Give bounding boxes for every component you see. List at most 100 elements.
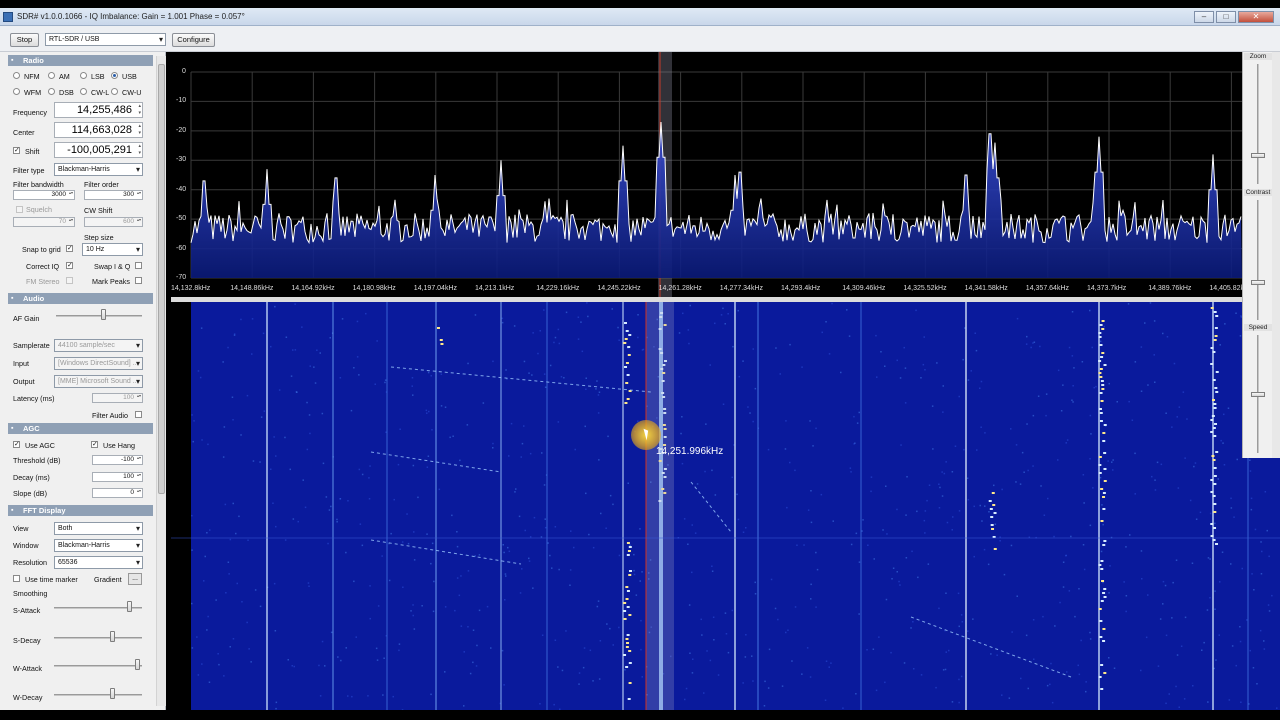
noise-speckle <box>313 366 315 368</box>
center-input[interactable]: 114,663,028 <box>54 122 143 138</box>
noise-speckle <box>1209 597 1211 599</box>
w-attack-slider[interactable] <box>135 659 141 670</box>
filter-type-select[interactable]: Blackman-Harris <box>54 163 143 176</box>
mode-nfm-radio[interactable] <box>13 72 20 79</box>
mode-cwl-radio[interactable] <box>80 88 87 95</box>
noise-speckle <box>467 626 469 628</box>
noise-speckle <box>1260 573 1263 575</box>
configure-button[interactable]: Configure <box>172 33 215 47</box>
noise-speckle <box>296 391 298 393</box>
noise-speckle <box>1123 581 1125 583</box>
noise-speckle <box>444 406 447 408</box>
resolution-select[interactable]: 65536 <box>54 556 143 569</box>
filter-audio-checkbox[interactable] <box>135 411 142 418</box>
decay-input[interactable]: 100 <box>92 472 143 482</box>
agc-section-header[interactable]: AGC <box>8 423 153 434</box>
filter-order-input[interactable]: 300 <box>84 190 143 200</box>
time-marker-checkbox[interactable] <box>13 575 20 582</box>
latency-input[interactable]: 100 <box>92 393 143 403</box>
signal-burst <box>1212 427 1216 429</box>
swap-iq-checkbox[interactable] <box>135 262 142 269</box>
mode-am-radio[interactable] <box>48 72 55 79</box>
noise-speckle <box>1095 385 1097 388</box>
gradient-button[interactable]: ... <box>128 573 142 585</box>
noise-speckle <box>637 314 639 316</box>
fm-stereo-checkbox[interactable] <box>66 277 73 284</box>
noise-speckle <box>786 506 788 509</box>
filter-bandwidth-input[interactable]: 3000 <box>13 190 75 200</box>
use-hang-checkbox[interactable]: ✓ <box>91 441 98 448</box>
noise-speckle <box>794 606 797 608</box>
noise-speckle <box>492 442 494 445</box>
left-panel-scrollbar[interactable] <box>156 56 166 706</box>
mode-cwu-radio[interactable] <box>111 88 118 95</box>
noise-speckle <box>642 348 645 351</box>
noise-speckle <box>878 636 880 638</box>
squelch-input[interactable]: 70 <box>13 217 75 227</box>
w-decay-slider[interactable] <box>110 688 116 699</box>
samplerate-select[interactable]: 44100 sample/sec <box>54 339 143 352</box>
noise-speckle <box>339 377 342 379</box>
squelch-checkbox[interactable] <box>16 206 23 213</box>
fft-section-header[interactable]: FFT Display <box>8 505 153 516</box>
threshold-input[interactable]: -100 <box>92 455 143 465</box>
noise-speckle <box>1021 451 1024 454</box>
noise-speckle <box>350 409 353 412</box>
noise-speckle <box>275 525 277 528</box>
noise-speckle <box>948 649 950 652</box>
mode-usb-radio[interactable] <box>111 72 118 79</box>
right-scrollbar[interactable] <box>1272 52 1280 458</box>
mode-dsb-radio[interactable] <box>48 88 55 95</box>
signal-burst <box>628 682 632 684</box>
radio-section-header[interactable]: Radio <box>8 55 153 66</box>
noise-speckle <box>961 621 964 623</box>
view-select[interactable]: Both <box>54 522 143 535</box>
use-agc-checkbox[interactable]: ✓ <box>13 441 20 448</box>
noise-speckle <box>583 647 586 649</box>
maximize-icon[interactable]: □ <box>1216 11 1236 23</box>
noise-speckle <box>588 533 590 536</box>
contrast-slider[interactable] <box>1251 280 1265 285</box>
audio-output-select[interactable]: [MME] Microsoft Sound ... <box>54 375 143 388</box>
s-decay-slider[interactable] <box>110 631 116 642</box>
noise-speckle <box>325 496 328 498</box>
window-select[interactable]: Blackman-Harris <box>54 539 143 552</box>
device-select[interactable]: RTL-SDR / USB <box>45 33 166 46</box>
noise-speckle <box>359 523 362 525</box>
s-attack-slider[interactable] <box>127 601 133 612</box>
mode-lsb-radio[interactable] <box>80 72 87 79</box>
noise-speckle <box>319 352 321 354</box>
mode-dsb-label: DSB <box>59 88 74 97</box>
step-size-select[interactable]: 10 Hz <box>82 243 143 256</box>
noise-speckle <box>469 672 472 675</box>
signal-burst <box>1103 588 1107 590</box>
zoom-slider[interactable] <box>1251 153 1265 158</box>
noise-speckle <box>1090 433 1092 435</box>
shift-checkbox[interactable]: ✓ <box>13 147 20 154</box>
stop-button[interactable]: Stop <box>10 33 39 47</box>
slope-input[interactable]: 0 <box>92 488 143 498</box>
noise-speckle <box>238 515 240 518</box>
speed-slider[interactable] <box>1251 392 1265 397</box>
frequency-input[interactable]: 14,255,486 <box>54 102 143 118</box>
audio-input-select[interactable]: [Windows DirectSound] ... <box>54 357 143 370</box>
minimize-icon[interactable]: – <box>1194 11 1214 23</box>
cw-shift-input[interactable]: 600 <box>84 217 143 227</box>
close-icon[interactable]: ✕ <box>1238 11 1274 23</box>
noise-speckle <box>309 365 311 367</box>
freq-tick-label: 14,389.76kHz <box>1148 285 1192 292</box>
noise-speckle <box>207 443 209 446</box>
af-gain-slider[interactable] <box>100 309 106 320</box>
spectrum-display[interactable] <box>171 52 1242 297</box>
shift-input[interactable]: -100,005,291 <box>54 142 143 158</box>
signal-burst <box>1212 495 1216 497</box>
left-panel-scroll-thumb[interactable] <box>158 64 165 494</box>
db-tick-label: -30 <box>176 156 187 164</box>
mode-wfm-radio[interactable] <box>13 88 20 95</box>
snap-to-grid-checkbox[interactable]: ✓ <box>66 245 73 252</box>
correct-iq-checkbox[interactable]: ✓ <box>66 262 73 269</box>
audio-section-header[interactable]: Audio <box>8 293 153 304</box>
waterfall-display[interactable] <box>171 302 1280 710</box>
noise-speckle <box>1072 401 1074 403</box>
mark-peaks-checkbox[interactable] <box>135 277 142 284</box>
